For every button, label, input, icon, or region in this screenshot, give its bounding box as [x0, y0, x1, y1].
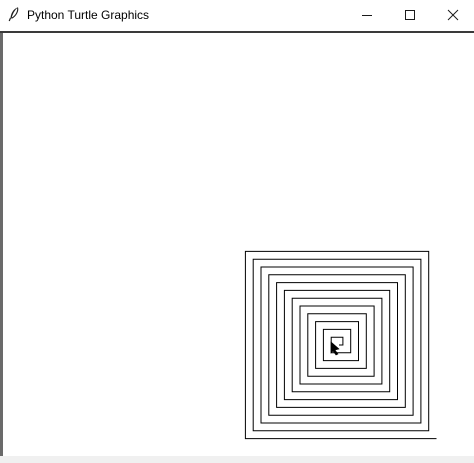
- window-bottom-edge: [0, 456, 474, 463]
- close-icon: [447, 9, 459, 21]
- close-button[interactable]: [432, 0, 474, 30]
- turtle-canvas[interactable]: [0, 33, 474, 456]
- window-title: Python Turtle Graphics: [27, 8, 150, 22]
- title-bar[interactable]: Python Turtle Graphics: [0, 0, 474, 31]
- minimize-button[interactable]: [346, 0, 388, 30]
- feather-icon: [6, 6, 22, 22]
- maximize-button[interactable]: [389, 0, 431, 30]
- minimize-icon: [362, 15, 372, 16]
- square-spiral: [244, 250, 437, 440]
- spiral-path: [244, 250, 437, 440]
- turtle-window: Python Turtle Graphics: [0, 0, 474, 463]
- maximize-icon: [405, 10, 415, 20]
- drawing-surface: [244, 250, 437, 440]
